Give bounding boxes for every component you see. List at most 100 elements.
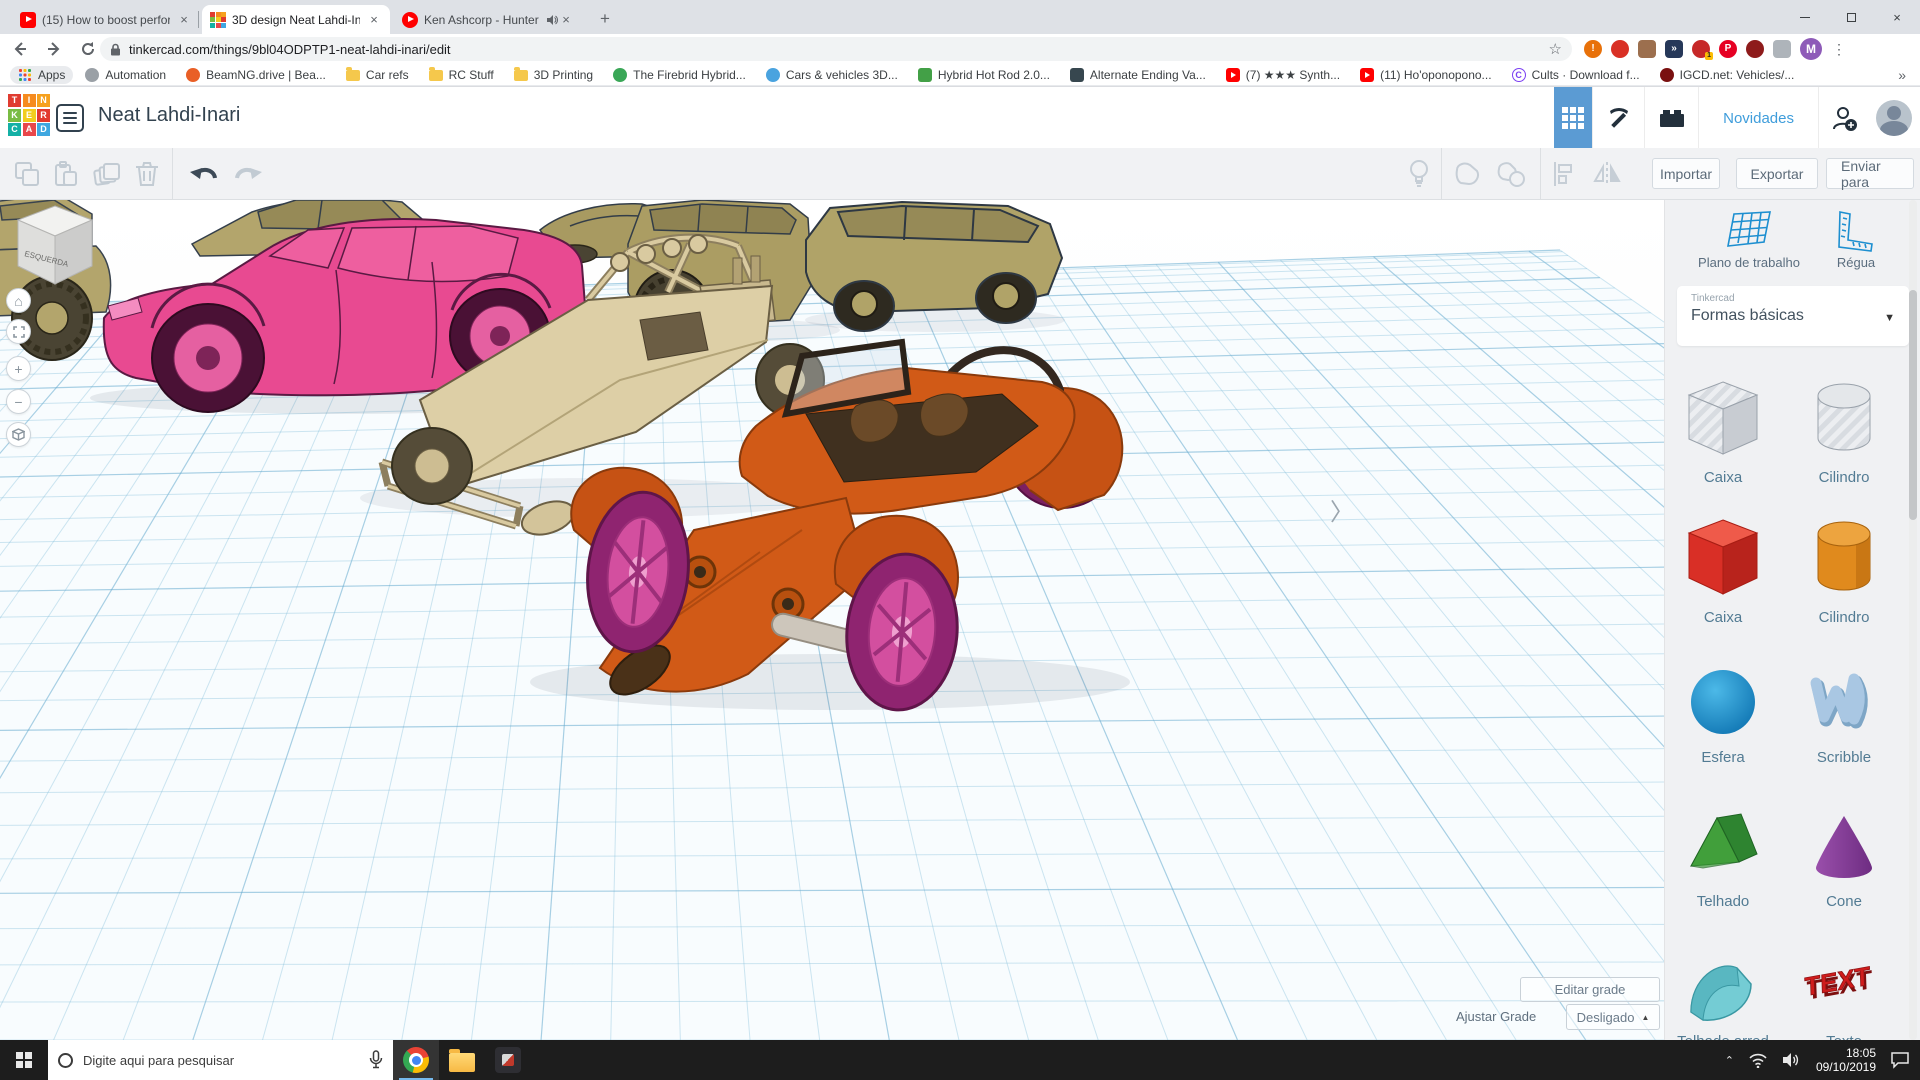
extension-icon-2[interactable] [1611,40,1629,58]
forward-icon[interactable] [40,35,68,63]
bookmark-item[interactable]: The Firebrid Hybrid... [605,66,754,84]
taskbar-explorer-button[interactable] [439,1040,485,1080]
extension-icon-6[interactable]: P [1719,40,1737,58]
bookmark-star-icon[interactable]: ☆ [1549,40,1562,58]
action-center-icon[interactable] [1890,1051,1910,1069]
perspective-toggle-button[interactable] [6,422,31,447]
3d-viewport[interactable]: ESQUERDA ⌂ + − 〉 Editar grade Ajustar Gr… [0,200,1664,1040]
importar-button[interactable]: Importar [1652,158,1720,189]
sidebar-scrollbar[interactable] [1909,200,1917,1040]
align-icon[interactable] [1550,159,1580,189]
shape-item-cone[interactable]: Cone [1789,810,1899,910]
exportar-button[interactable]: Exportar [1736,158,1818,189]
ungroup-icon[interactable] [1496,159,1526,189]
workplane-tool[interactable]: Plano de trabalho [1694,210,1804,270]
browser-tab-2-active[interactable]: 3D design Neat Lahdi-Inari | Tink × [202,5,390,34]
shape-item-cilindro-transparent[interactable]: Cilindro [1789,378,1899,486]
tab-title: (15) How to boost performance i [42,13,170,27]
shape-item-telhado[interactable]: Telhado [1668,810,1778,910]
taskbar-app-button[interactable] [485,1040,531,1080]
taskbar-search-box[interactable]: Digite aqui para pesquisar [48,1040,393,1080]
copy-icon[interactable] [12,159,42,189]
url-bar[interactable]: tinkercad.com/things/9bl04ODPTP1-neat-la… [100,37,1572,61]
mic-icon[interactable] [369,1050,383,1070]
editar-grade-button[interactable]: Editar grade [1520,977,1660,1002]
bookmark-item[interactable]: Car refs [338,66,417,84]
delete-icon[interactable] [132,159,162,189]
ruler-tool[interactable]: Régua [1801,210,1911,270]
zoom-out-button[interactable]: − [6,389,31,414]
wifi-icon[interactable] [1748,1052,1768,1068]
bookmarks-overflow-icon[interactable]: » [1898,67,1906,83]
minecraft-pickaxe-button[interactable] [1592,87,1644,149]
shape-item-caixa-red[interactable]: Caixa [1668,516,1778,626]
shape-item-esfera[interactable]: Esfera [1668,668,1778,766]
extension-icon-3[interactable] [1638,40,1656,58]
undo-icon[interactable] [190,159,220,189]
bookmark-item[interactable]: Cars & vehicles 3D... [758,66,906,84]
bookmark-item[interactable]: Automation [77,66,174,84]
redo-icon[interactable] [232,159,262,189]
shape-item-telhado-arred[interactable]: Telhado arred [1668,950,1778,1050]
snap-grid-select[interactable]: Desligado ▲ [1566,1004,1660,1030]
paste-icon[interactable] [50,159,80,189]
tab-close-icon[interactable]: × [176,12,192,28]
back-icon[interactable] [6,35,34,63]
bookmark-item[interactable]: IGCD.net: Vehicles/... [1652,66,1803,84]
browser-profile-avatar[interactable]: M [1800,38,1822,60]
volume-icon[interactable] [1782,1052,1802,1068]
shape-item-texto[interactable]: TEXT TEXT Texto [1789,950,1899,1050]
new-tab-button[interactable]: + [592,7,618,33]
user-avatar[interactable] [1876,100,1912,136]
close-button[interactable]: × [1874,0,1920,34]
extension-icon-4[interactable]: » [1665,40,1683,58]
extension-icon-8[interactable] [1773,40,1791,58]
brick-button[interactable] [1644,87,1698,149]
browser-tab-1[interactable]: (15) How to boost performance i × [12,5,200,34]
maximize-button[interactable] [1828,0,1874,34]
sidebar-scrollbar-thumb[interactable] [1909,290,1917,520]
design-menu-button[interactable] [56,104,84,132]
tab-close-icon[interactable]: × [366,12,382,28]
bookmark-item[interactable]: Hybrid Hot Rod 2.0... [910,66,1058,84]
minimize-button[interactable] [1782,0,1828,34]
bookmark-item[interactable]: (7) ★★★ Synth... [1218,66,1348,84]
start-button[interactable] [0,1040,48,1080]
bookmark-item[interactable]: Alternate Ending Va... [1062,66,1214,84]
bookmark-item[interactable]: (11) Ho'oponopono... [1352,66,1499,84]
browser-menu-icon[interactable]: ⋮ [1831,41,1847,58]
invite-person-icon[interactable] [1818,87,1868,149]
extension-icon-7[interactable] [1746,40,1764,58]
mirror-icon[interactable] [1592,159,1622,189]
extension-icon-5[interactable]: 1 [1692,40,1710,58]
hint-lightbulb-icon[interactable] [1404,159,1434,189]
green-circle-icon [613,68,627,82]
reload-icon[interactable] [74,35,102,63]
bookmark-item[interactable]: 3D Printing [506,66,601,84]
browser-tab-3[interactable]: Ken Ashcorp - Hunter - YouT × [394,5,582,34]
zoom-in-button[interactable]: + [6,356,31,381]
tab-close-icon[interactable]: × [558,12,574,28]
bookmark-item[interactable]: Cults · Download f... [1504,66,1648,84]
novidades-link[interactable]: Novidades [1698,87,1818,149]
shape-item-scribble[interactable]: Scribble [1789,668,1899,766]
home-view-button[interactable]: ⌂ [6,288,31,313]
tinkercad-logo[interactable]: TINKERCAD [8,94,50,136]
panel-collapse-handle[interactable]: 〉 [1330,492,1354,527]
shape-library-dropdown[interactable]: Tinkercad Formas básicas ▼ [1677,286,1909,346]
bookmark-item[interactable]: BeamNG.drive | Bea... [178,66,334,84]
bookmark-item[interactable]: RC Stuff [421,66,502,84]
extension-icon-1[interactable]: ! [1584,40,1602,58]
taskbar-chrome-button[interactable] [393,1040,439,1080]
dashboard-grid-button[interactable] [1554,87,1592,149]
tray-chevron-up-icon[interactable]: ⌃ [1725,1054,1734,1067]
enviar-para-button[interactable]: Enviar para [1826,158,1914,189]
shape-item-cilindro-orange[interactable]: Cilindro [1789,516,1899,626]
shape-item-caixa-transparent[interactable]: Caixa [1668,378,1778,486]
duplicate-icon[interactable] [92,159,122,189]
view-cube[interactable]: ESQUERDA [14,204,96,288]
bookmark-item[interactable]: Apps [10,66,73,84]
group-icon[interactable] [1452,159,1482,189]
tray-clock[interactable]: 18:05 09/10/2019 [1816,1046,1876,1074]
fit-view-button[interactable] [6,319,31,344]
